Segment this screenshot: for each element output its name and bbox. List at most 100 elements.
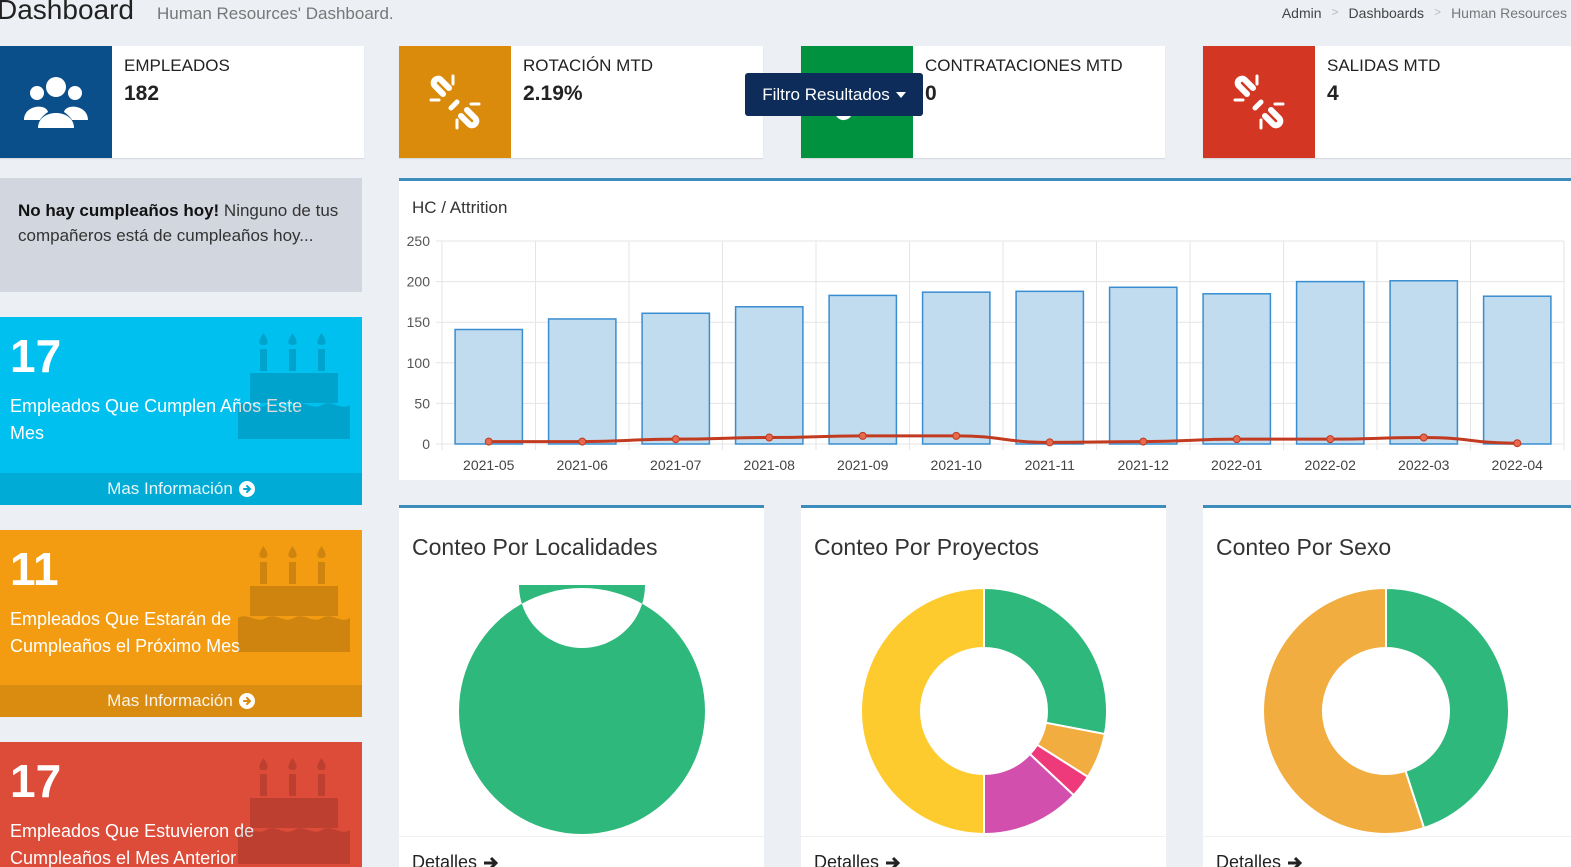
y-tick-label: 200: [407, 274, 431, 290]
y-tick-label: 150: [407, 314, 431, 330]
y-tick-label: 250: [407, 233, 431, 249]
bar: [921, 291, 991, 445]
bar: [547, 318, 617, 445]
breadcrumb-dashboards[interactable]: Dashboards: [1349, 5, 1425, 21]
breadcrumb-human-resources: Human Resources: [1451, 5, 1567, 21]
details-label: Detalles: [814, 852, 880, 867]
arrow-right-icon: [886, 856, 901, 867]
line-point: [671, 435, 680, 444]
details-link[interactable]: Detalles: [1216, 852, 1303, 867]
bar: [641, 312, 711, 445]
arrow-right-icon: [1288, 856, 1303, 867]
donut-footer: Detalles: [801, 836, 1166, 867]
details-link[interactable]: Detalles: [412, 852, 499, 867]
donut-title: Conteo Por Sexo: [1216, 534, 1392, 560]
info-box-label: ROTACIÓN MTD: [523, 56, 654, 75]
small-box-number: 17: [10, 755, 62, 807]
bar: [734, 306, 804, 445]
line-point: [1045, 438, 1054, 447]
x-tick-label: 2021-11: [1025, 457, 1076, 473]
donut-box-sexo: Conteo Por Sexo Detalles: [1203, 505, 1571, 867]
page-header: Dashboard Human Resources' Dashboard. Ad…: [0, 0, 1571, 30]
x-tick-label: 2022-03: [1398, 457, 1450, 473]
page-subtitle: Human Resources' Dashboard.: [157, 4, 394, 23]
line-point: [765, 433, 774, 442]
bar: [1482, 295, 1552, 445]
x-tick-label: 2021-05: [463, 457, 515, 473]
info-box-label: CONTRATACIONES MTD: [925, 56, 1123, 75]
birthday-cake-icon: [238, 758, 350, 864]
donut-footer: Detalles: [399, 836, 764, 867]
x-tick-label: 2021-10: [931, 457, 983, 473]
line-point: [1513, 439, 1522, 448]
page-title: Dashboard: [0, 0, 134, 25]
info-box-salidas: SALIDAS MTD 4: [1203, 46, 1571, 158]
y-tick-label: 50: [414, 395, 430, 411]
broken-link-icon: [399, 46, 511, 158]
info-box-value: 4: [1327, 82, 1339, 105]
callout-bold-text: No hay cumpleaños hoy!: [18, 201, 220, 220]
info-box-label: EMPLEADOS: [124, 56, 230, 75]
more-info-link[interactable]: Mas Información: [0, 685, 362, 717]
bar: [1015, 290, 1085, 445]
details-label: Detalles: [1216, 852, 1282, 867]
info-box-value: 182: [124, 82, 160, 105]
x-tick-label: 2021-08: [744, 457, 796, 473]
breadcrumb-separator: >: [1331, 5, 1339, 19]
birthday-cake-icon: [238, 333, 350, 439]
line-point: [578, 437, 587, 446]
x-tick-label: 2022-02: [1305, 457, 1357, 473]
donut-box-proyectos: Conteo Por Proyectos Detalles: [801, 505, 1166, 867]
y-tick-label: 0: [422, 436, 430, 452]
x-tick-label: 2021-09: [837, 457, 889, 473]
bar: [1108, 286, 1178, 445]
info-box-rotacion: ROTACIÓN MTD 2.19%: [399, 46, 763, 158]
bar: [1389, 280, 1459, 445]
donut-slice: [983, 586, 1108, 736]
filter-results-button[interactable]: Filtro Resultados: [745, 73, 923, 116]
hc-attrition-chart: HC / Attrition 0 50 100 150 200 250 2021-05 202…: [399, 178, 1571, 480]
x-tick-label: 2022-04: [1492, 457, 1544, 473]
info-box-empleados: EMPLEADOS 182: [0, 46, 364, 158]
bar: [828, 294, 898, 445]
arrow-right-icon: [484, 856, 499, 867]
donut-title: Conteo Por Proyectos: [814, 534, 1040, 560]
info-box-label: SALIDAS MTD: [1327, 56, 1441, 75]
line-point: [858, 431, 867, 440]
circle-arrow-right-icon: [238, 481, 255, 497]
donut-chart-localidades: [458, 585, 705, 834]
breadcrumb-admin[interactable]: Admin: [1282, 5, 1322, 21]
small-box-number: 11: [10, 543, 59, 595]
users-icon: [0, 46, 112, 158]
donut-footer: Detalles: [1203, 836, 1571, 867]
breadcrumb: Admin > Dashboards > Human Resources: [1282, 5, 1567, 21]
x-tick-label: 2021-07: [650, 457, 702, 473]
bar: [1202, 293, 1272, 445]
info-box-value: 0: [925, 82, 937, 105]
donut-chart-sexo: [1262, 586, 1510, 835]
small-box-birthdays-next-month: 11 Empleados Que Estarán de Cumpleaños e…: [0, 530, 362, 717]
small-box-birthdays-this-month: 17 Empleados Que Cumplen Años Este Mes M…: [0, 317, 362, 505]
caret-down-icon: [895, 91, 906, 98]
birthday-callout: No hay cumpleaños hoy! Ninguno de tus co…: [0, 178, 362, 292]
y-tick-label: 100: [407, 355, 431, 371]
donut-title: Conteo Por Localidades: [412, 534, 658, 560]
broken-link-icon: [1203, 46, 1315, 158]
line-point: [1419, 433, 1428, 442]
donut-chart-proyectos: [860, 586, 1108, 836]
bar: [454, 328, 524, 445]
small-box-birthdays-last-month: 17 Empleados Que Estuvieron de Cumpleaño…: [0, 742, 362, 867]
info-box-value: 2.19%: [523, 82, 583, 105]
line-point: [484, 437, 493, 446]
line-point: [1139, 437, 1148, 446]
bar: [1295, 280, 1365, 445]
line-point: [1326, 435, 1335, 444]
more-info-label: Mas Información: [107, 479, 233, 498]
x-tick-label: 2022-01: [1211, 457, 1263, 473]
x-tick-label: 2021-06: [557, 457, 609, 473]
details-link[interactable]: Detalles: [814, 852, 901, 867]
donut-slice: [860, 586, 985, 836]
more-info-link[interactable]: Mas Información: [0, 473, 362, 505]
details-label: Detalles: [412, 852, 478, 867]
x-tick-label: 2021-12: [1118, 457, 1170, 473]
